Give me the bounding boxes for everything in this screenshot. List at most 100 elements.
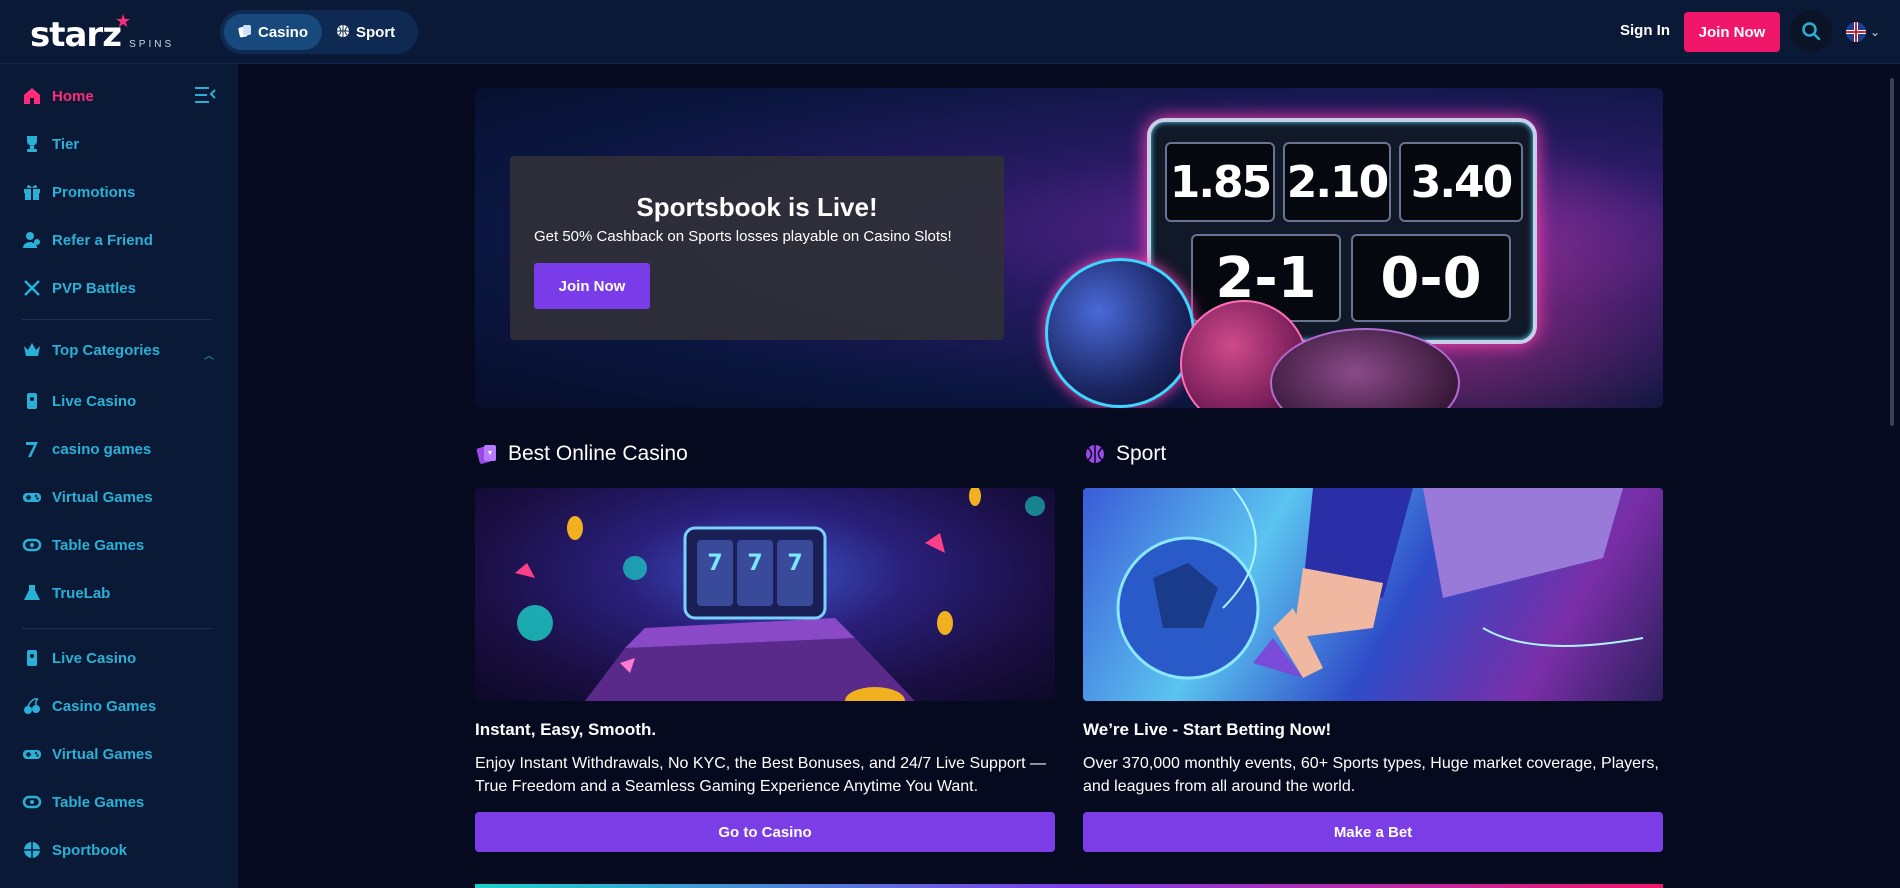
sidebar: Home Tier Promotions Refer a Friend PVP … [0, 64, 238, 888]
sidebar-item-promotions[interactable]: Promotions [22, 178, 135, 206]
live-casino-icon [27, 393, 37, 409]
chevron-down-icon: ⌄ [1870, 25, 1881, 39]
join-now-button[interactable]: Join Now [1684, 12, 1780, 52]
sidebar-item-label: Home [52, 87, 94, 105]
crown-icon [24, 343, 40, 356]
tab-sport[interactable]: Sport [322, 14, 409, 50]
sidebar-item-virtual-games[interactable]: Virtual Games [22, 483, 153, 511]
sidebar-item-label: Live Casino [52, 392, 137, 410]
sport-section-heading: Sport [1084, 442, 1166, 466]
sport-card-title: We’re Live - Start Betting Now! [1083, 720, 1332, 739]
slot-machine-illustration: 7 7 7 [515, 488, 1045, 701]
sidebar-item-label: Table Games [52, 536, 145, 554]
live-casino-icon [27, 650, 37, 666]
sidebar-item-label: Top Categories [52, 341, 161, 359]
scoreboard-score-cell: 0-0 [1351, 234, 1511, 322]
cards-icon [476, 445, 496, 464]
next-banner-edge [475, 884, 1663, 888]
cherries-icon [24, 698, 40, 714]
sidebar-item-sportbook[interactable]: Sportbook [22, 836, 127, 864]
sidebar-item-tier[interactable]: Tier [22, 130, 79, 158]
sport-promo-image[interactable] [1083, 488, 1663, 701]
swords-icon [24, 280, 40, 296]
sportball-icon [1086, 445, 1104, 463]
soccer-player-illustration [1116, 488, 1644, 680]
tab-sport-label: Sport [356, 23, 396, 41]
mode-switch: Casino Sport [220, 10, 418, 54]
sidebar-item-casino-games-2[interactable]: Casino Games [22, 692, 156, 720]
casino-card-title: Instant, Easy, Smooth. [475, 720, 657, 739]
search-button[interactable] [1790, 10, 1832, 52]
sidebar-item-table-games-2[interactable]: Table Games [22, 788, 144, 816]
logo-star-icon: ★ [115, 11, 132, 31]
chevron-up-icon[interactable]: ︿ [204, 347, 214, 362]
sidebar-item-label: Table Games [52, 793, 145, 811]
sidebar-item-virtual-games-2[interactable]: Virtual Games [22, 740, 153, 768]
scoreboard-odds-cell: 1.85 [1165, 142, 1275, 222]
sidebar-item-label: Tier [52, 135, 80, 153]
sidebar-item-casino-games[interactable]: casino games [22, 435, 151, 463]
sidebar-item-label: TrueLab [52, 584, 111, 602]
cards-icon [238, 24, 252, 41]
sidebar-item-label: Virtual Games [52, 488, 153, 506]
logo-text: starz [30, 15, 122, 55]
tab-casino-label: Casino [258, 23, 309, 41]
sidebar-item-label: Casino Games [52, 697, 157, 715]
sport-card-description: Over 370,000 monthly events, 60+ Sports … [1083, 755, 1659, 795]
scoreboard-odds-cell: 3.40 [1399, 142, 1523, 222]
gamepad-icon [23, 493, 41, 502]
trophy-icon [27, 136, 37, 152]
sign-in-link[interactable]: Sign In [1620, 22, 1670, 39]
sidebar-item-label: Sportbook [52, 841, 127, 859]
sportball-icon [24, 842, 40, 858]
go-to-casino-button[interactable]: Go to Casino [475, 812, 1055, 852]
casino-promo-image[interactable]: 7 7 7 [475, 488, 1055, 701]
users-icon [23, 232, 40, 248]
sport-heading-text: Sport [1116, 442, 1167, 465]
sidebar-item-label: Live Casino [52, 649, 137, 667]
truelab-icon [24, 585, 40, 600]
hero-banner[interactable]: 1.85 2.10 3.40 2-1 0-0 Sportsbook is Liv… [475, 88, 1663, 408]
sidebar-item-label: casino games [52, 440, 152, 458]
casino-heading-text: Best Online Casino [508, 442, 688, 465]
seven-icon [26, 442, 38, 457]
sidebar-divider [22, 628, 212, 629]
sidebar-item-refer-a-friend[interactable]: Refer a Friend [22, 226, 153, 254]
hero-title: Sportsbook is Live! [636, 192, 878, 222]
ball-icon [336, 24, 350, 41]
gift-icon [24, 185, 40, 200]
soccer-ball-image [1045, 258, 1195, 408]
table-icon [22, 538, 42, 552]
sidebar-item-table-games[interactable]: Table Games [22, 531, 144, 559]
starz-logo[interactable]: starz ★ SPINS [30, 11, 174, 55]
language-selector[interactable]: ⌄ [1846, 22, 1880, 42]
hero-promo-panel: Sportsbook is Live! Get 50% Cashback on … [510, 156, 1004, 340]
sidebar-item-live-casino-2[interactable]: Live Casino [22, 644, 136, 672]
hero-subtitle: Get 50% Cashback on Sports losses playab… [534, 228, 952, 245]
table-icon [22, 795, 42, 809]
sidebar-item-home[interactable]: Home [22, 82, 94, 110]
sidebar-item-label: PVP Battles [52, 279, 136, 297]
collapse-sidebar-icon[interactable] [194, 86, 216, 104]
gamepad-icon [23, 750, 41, 759]
sidebar-item-label: Refer a Friend [52, 231, 153, 249]
hero-join-now-button[interactable]: Join Now [534, 263, 650, 309]
svg-text:7: 7 [747, 551, 762, 576]
top-bar: starz ★ SPINS Casino Sport Sign In Join … [0, 0, 1900, 64]
svg-text:7: 7 [787, 551, 802, 576]
page-scrollbar[interactable] [1890, 78, 1894, 426]
sidebar-item-label: Virtual Games [52, 745, 153, 763]
sidebar-top-categories[interactable]: Top Categories [22, 336, 160, 364]
make-a-bet-button[interactable]: Make a Bet [1083, 812, 1663, 852]
svg-text:7: 7 [707, 551, 722, 576]
scoreboard-graphic: 1.85 2.10 3.40 2-1 0-0 [1147, 118, 1537, 344]
casino-card-description: Enjoy Instant Withdrawals, No KYC, the B… [475, 755, 1046, 795]
search-icon [1802, 22, 1821, 41]
sidebar-item-live-casino[interactable]: Live Casino [22, 387, 136, 415]
uk-flag-icon [1846, 22, 1866, 42]
sidebar-item-pvp-battles[interactable]: PVP Battles [22, 274, 136, 302]
sidebar-item-label: Promotions [52, 183, 136, 201]
tab-casino[interactable]: Casino [224, 14, 323, 50]
scoreboard-odds-cell: 2.10 [1283, 142, 1391, 222]
sidebar-item-truelab[interactable]: TrueLab [22, 579, 110, 607]
